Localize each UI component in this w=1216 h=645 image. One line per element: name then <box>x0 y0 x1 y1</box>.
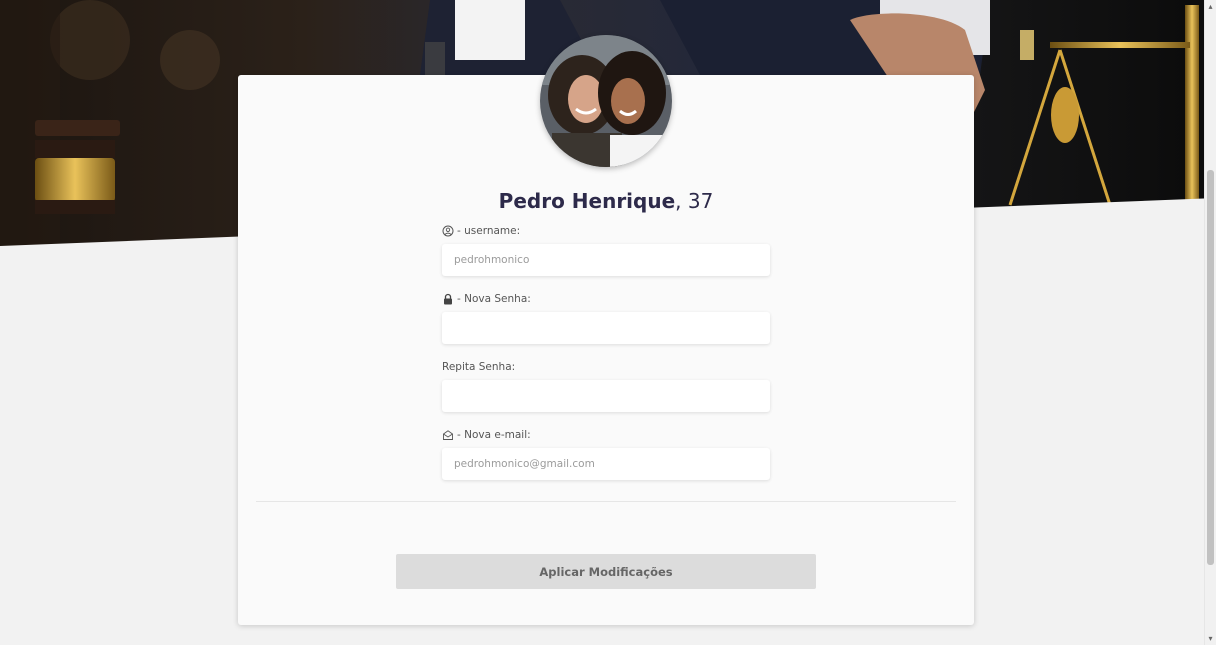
scroll-down-arrow-icon[interactable]: ▾ <box>1206 634 1215 643</box>
profile-form: - username: - Nova Senha: Repita Senha: <box>442 223 770 495</box>
repeat-password-label-text: Repita Senha: <box>442 361 516 373</box>
apply-changes-button[interactable]: Aplicar Modificações <box>396 554 816 589</box>
username-input[interactable] <box>442 244 770 276</box>
repeat-password-label: Repita Senha: <box>442 359 770 375</box>
user-circle-icon <box>442 225 454 237</box>
page: Pedro Henrique, 37 - username: pedrohmon… <box>0 0 1216 645</box>
profile-card: Pedro Henrique, 37 - username: pedrohmon… <box>238 35 974 625</box>
scroll-up-arrow-icon[interactable]: ▴ <box>1206 2 1215 11</box>
new-password-label: - Nova Senha: <box>442 291 770 307</box>
profile-name: Pedro Henrique <box>498 189 676 213</box>
profile-age: , 37 <box>675 189 714 213</box>
lock-icon <box>442 293 454 305</box>
repeat-password-input[interactable] <box>442 380 770 412</box>
username-label-text: - username: <box>457 225 521 237</box>
page-scrollbar[interactable]: ▴ ▾ <box>1204 0 1216 645</box>
card-divider <box>256 501 956 502</box>
new-email-label: - Nova e-mail: <box>442 427 770 443</box>
scroll-thumb[interactable] <box>1207 170 1214 565</box>
envelope-open-icon <box>442 429 454 441</box>
profile-name-line: Pedro Henrique, 37 <box>238 189 974 213</box>
new-password-input[interactable] <box>442 312 770 344</box>
avatar <box>540 35 672 167</box>
new-password-label-text: - Nova Senha: <box>457 293 531 305</box>
avatar-photo <box>540 35 672 167</box>
username-label: - username: <box>442 223 770 239</box>
new-email-input[interactable] <box>442 448 770 480</box>
new-email-label-text: - Nova e-mail: <box>457 429 531 441</box>
